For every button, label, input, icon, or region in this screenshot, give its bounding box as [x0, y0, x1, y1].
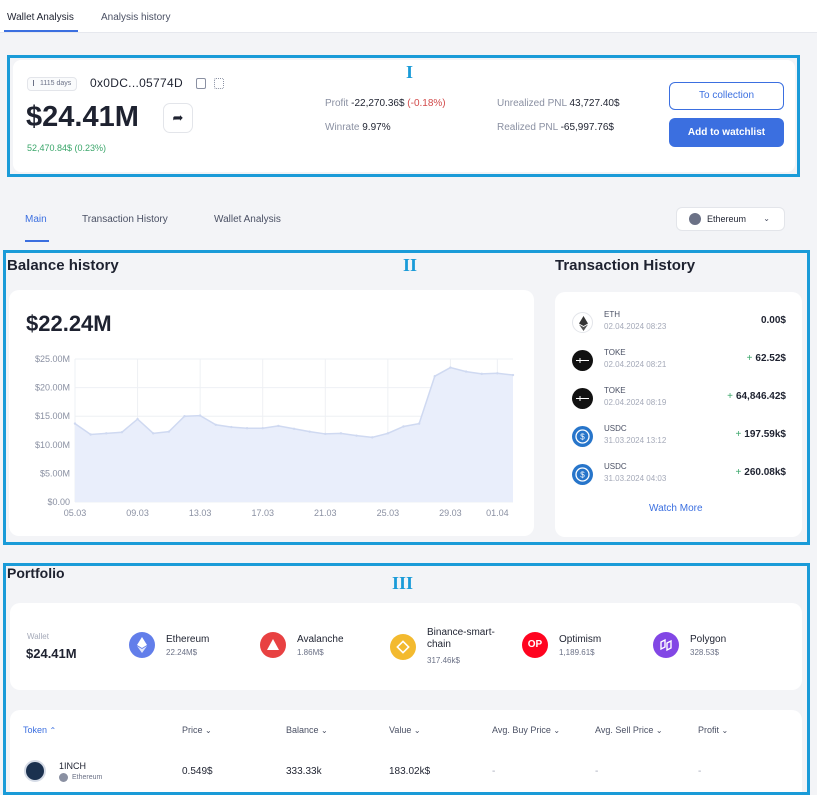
annotation-label-2: II — [403, 255, 418, 275]
annotation-frame-2 — [3, 250, 810, 545]
annotation-frame-3 — [3, 563, 810, 795]
annotation-label-3: III — [392, 573, 414, 593]
